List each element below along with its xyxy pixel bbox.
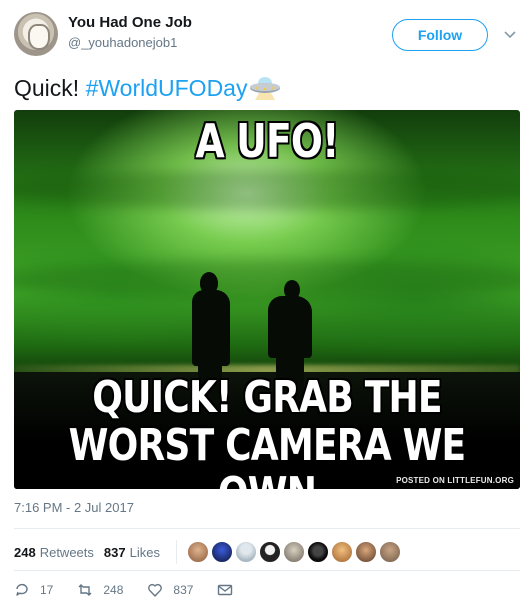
image-credit: POSTED ON LITTLEFUN.ORG bbox=[396, 476, 514, 485]
liker-avatar[interactable] bbox=[330, 541, 353, 563]
likes-label: Likes bbox=[129, 544, 160, 560]
liker-avatars bbox=[186, 541, 403, 563]
cloud-band bbox=[14, 260, 520, 300]
tweet-text-plain: Quick! bbox=[14, 75, 86, 101]
tweet-timestamp[interactable]: 7:16 PM - 2 Jul 2017 bbox=[14, 500, 134, 515]
likes-count: 837 bbox=[103, 544, 126, 560]
reply-count: 17 bbox=[40, 583, 54, 597]
meme-top-caption: A UFO! bbox=[195, 114, 339, 168]
meme-bottom-caption: QUICK! GRAB THE WORST CAMERA WE OWN bbox=[60, 372, 475, 490]
retweet-action[interactable]: 248 bbox=[77, 582, 123, 598]
envelope-icon bbox=[218, 584, 233, 596]
tweet-actions: 17 248 837 bbox=[14, 582, 267, 598]
retweets-stat[interactable]: 248 Retweets bbox=[14, 545, 94, 560]
divider bbox=[14, 570, 520, 571]
retweets-label: Retweets bbox=[39, 544, 94, 560]
retweets-count: 248 bbox=[14, 544, 36, 560]
flying-saucer-icon bbox=[250, 77, 281, 100]
message-action[interactable] bbox=[217, 582, 243, 598]
tweet-text: Quick! #WorldUFODay bbox=[14, 74, 281, 102]
reply-icon bbox=[16, 583, 28, 596]
tweet-header: You Had One Job @_youhadonejob1 Follow bbox=[14, 12, 520, 58]
reply-action[interactable]: 17 bbox=[14, 582, 53, 598]
like-count: 837 bbox=[173, 583, 194, 597]
engagement-stats: 248 Retweets 837 Likes bbox=[14, 540, 403, 564]
likes-stat[interactable]: 837 Likes bbox=[104, 545, 160, 560]
person-silhouette-body bbox=[192, 290, 230, 366]
liker-avatar[interactable] bbox=[234, 541, 257, 563]
liker-avatar[interactable] bbox=[354, 541, 377, 563]
liker-avatar[interactable] bbox=[378, 541, 401, 563]
chevron-down-icon[interactable] bbox=[502, 26, 518, 42]
hashtag-link[interactable]: #WorldUFODay bbox=[86, 75, 248, 101]
display-name[interactable]: You Had One Job bbox=[68, 14, 192, 31]
user-handle[interactable]: @_youhadonejob1 bbox=[68, 35, 192, 50]
retweet-count: 248 bbox=[103, 583, 124, 597]
author-names: You Had One Job @_youhadonejob1 bbox=[68, 14, 192, 50]
cloud-band bbox=[14, 170, 520, 210]
meme-bottom-line-1: QUICK! GRAB THE bbox=[92, 372, 442, 423]
liker-avatar[interactable] bbox=[186, 541, 209, 563]
retweet-icon bbox=[78, 584, 92, 596]
avatar[interactable] bbox=[14, 12, 58, 56]
liker-avatar[interactable] bbox=[210, 541, 233, 563]
liker-avatar[interactable] bbox=[306, 541, 329, 563]
divider bbox=[14, 528, 520, 529]
like-action[interactable]: 837 bbox=[147, 582, 193, 598]
follow-button[interactable]: Follow bbox=[392, 19, 488, 51]
heart-icon bbox=[148, 583, 163, 597]
liker-avatar[interactable] bbox=[258, 541, 281, 563]
liker-avatar[interactable] bbox=[282, 541, 305, 563]
person-silhouette-body bbox=[268, 296, 312, 358]
tweet-media-image[interactable]: A UFO! QUICK! GRAB THE WORST CAMERA WE O… bbox=[14, 110, 520, 489]
stats-separator bbox=[175, 540, 177, 564]
